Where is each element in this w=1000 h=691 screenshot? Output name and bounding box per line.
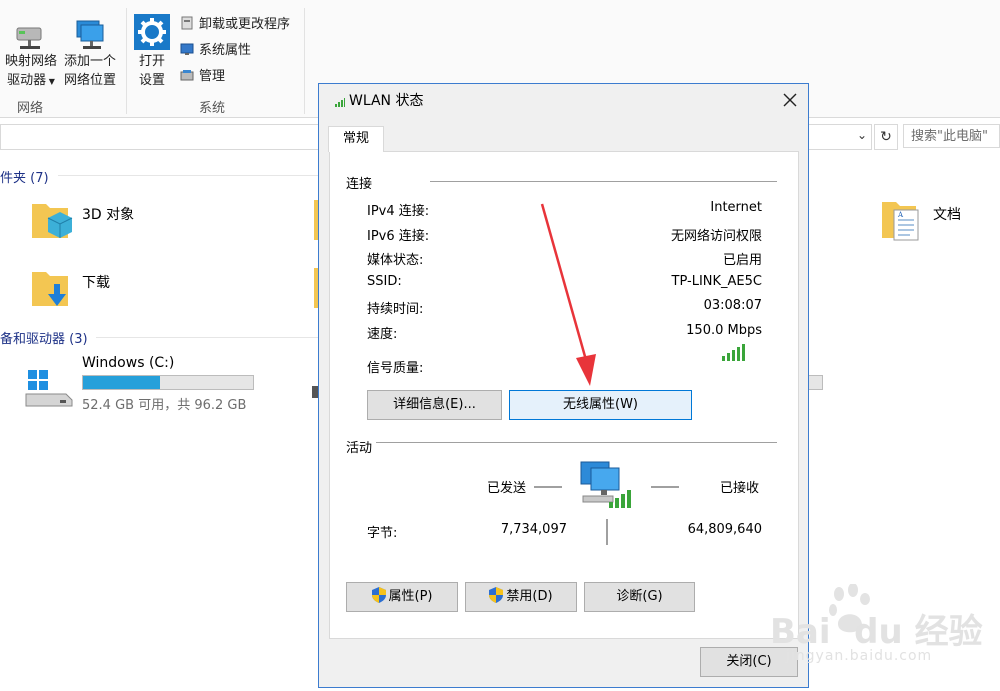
details-button[interactable]: 详细信息(E)...: [367, 390, 502, 420]
manage-icon: [180, 70, 194, 81]
diagnose-button[interactable]: 诊断(G): [584, 582, 695, 612]
3d-objects-folder-icon: [32, 204, 73, 238]
uac-shield-icon: [489, 587, 504, 603]
watermark-url: jingyan.baidu.com: [786, 648, 933, 664]
detail-label: 持续时间:: [367, 302, 424, 318]
annotation-arrow: [540, 203, 596, 386]
drives-section-header[interactable]: 备和驱动器 (3): [0, 328, 88, 347]
search-input[interactable]: 搜索"此电脑": [903, 124, 1000, 148]
watermark-brand: Bai du 经验: [770, 612, 983, 652]
network-computers-icon: [580, 461, 631, 508]
wifi-signal-icon: [335, 98, 345, 107]
address-dropdown-icon[interactable]: ⌄: [857, 128, 867, 142]
map-drive-label-1: 映射网络: [4, 54, 57, 69]
bytes-divider: [606, 519, 608, 545]
wireless-properties-button[interactable]: 无线属性(W): [509, 390, 692, 420]
properties-label: 属性(P): [388, 589, 433, 604]
folder-documents-label: 文档: [933, 207, 961, 223]
folder-downloads-label: 下载: [82, 275, 110, 291]
dropdown-arrow-icon: ▼: [46, 77, 55, 86]
drive-c[interactable]: Windows (C:) 52.4 GB 可用，共 96.2 GB: [22, 352, 262, 413]
bytes-label: 字节:: [367, 526, 398, 541]
folder-documents[interactable]: A 文档: [880, 196, 990, 246]
received-label: 已接收: [720, 481, 760, 496]
drive-c-usage-fill: [83, 376, 161, 389]
uninstall-program-button[interactable]: 卸载或更改程序: [180, 16, 290, 34]
folder-3d-label: 3D 对象: [82, 207, 135, 223]
tab-general[interactable]: 常规: [328, 126, 384, 152]
folders-section-header[interactable]: 件夹 (7): [0, 167, 49, 186]
detail-label: SSID:: [367, 273, 402, 289]
ribbon-divider: [126, 8, 127, 114]
bytes-received-value: 64,809,640: [687, 522, 762, 537]
disable-button[interactable]: 禁用(D): [465, 582, 577, 612]
drives-header-divider: [96, 337, 318, 338]
detail-label: 媒体状态:: [367, 253, 424, 269]
system-group-label: 系统: [199, 101, 226, 116]
sent-label: 已发送: [487, 481, 527, 496]
system-properties-icon: [180, 43, 194, 55]
detail-label: 速度:: [367, 327, 398, 342]
refresh-button[interactable]: ↻: [874, 124, 898, 150]
activity-divider: [376, 442, 777, 443]
properties-button[interactable]: 属性(P): [346, 582, 458, 612]
open-settings-button[interactable]: 打开 设置: [132, 14, 172, 92]
documents-folder-icon: A: [882, 202, 919, 241]
svg-text:A: A: [897, 211, 904, 219]
folders-header-divider: [58, 175, 318, 176]
connection-group-label: 连接: [346, 177, 373, 192]
received-line: [651, 486, 679, 488]
sent-line: [534, 486, 562, 488]
signal-strength-icon: [722, 344, 745, 361]
folder-3d-objects[interactable]: 3D 对象: [28, 196, 248, 246]
bytes-sent-value: 7,734,097: [500, 522, 567, 537]
activity-group-label: 活动: [346, 441, 373, 456]
drive-c-name: Windows (C:): [82, 355, 175, 371]
add-network-location-button[interactable]: 添加一个 网络位置: [60, 18, 120, 90]
gear-icon: [134, 14, 170, 50]
drive-usage-bar: [809, 375, 823, 390]
system-properties-button[interactable]: 系统属性: [180, 42, 251, 60]
detail-label: IPv6 连接:: [367, 228, 430, 244]
open-settings-label-1: 打开: [138, 54, 165, 69]
map-network-drive-button[interactable]: 映射网络 驱动器 ▼: [2, 18, 60, 90]
system-properties-label: 系统属性: [199, 43, 252, 58]
open-settings-label-2: 设置: [138, 73, 165, 88]
ribbon-divider: [304, 8, 305, 114]
manage-button[interactable]: 管理: [180, 68, 225, 86]
close-icon[interactable]: [783, 93, 797, 107]
downloads-folder-icon: [32, 272, 68, 306]
signal-quality-label: 信号质量:: [367, 361, 424, 376]
connection-divider: [430, 181, 777, 182]
uninstall-label: 卸载或更改程序: [199, 17, 291, 32]
uac-shield-icon: [371, 587, 386, 603]
detail-label: IPv4 连接:: [367, 204, 430, 219]
disable-label: 禁用(D): [506, 589, 553, 604]
network-drive-icon: [16, 27, 42, 49]
network-location-icon: [76, 20, 104, 49]
windows-drive-icon: [25, 370, 73, 407]
manage-label: 管理: [199, 69, 226, 84]
folder-downloads[interactable]: 下载: [28, 264, 248, 314]
add-location-label-2: 网络位置: [63, 73, 116, 88]
map-drive-label-2: 驱动器: [7, 73, 47, 88]
dialog-title: WLAN 状态: [349, 93, 424, 109]
drive-c-space: 52.4 GB 可用，共 96.2 GB: [82, 398, 247, 413]
network-group-label: 网络: [17, 101, 44, 116]
uninstall-icon: [181, 16, 193, 30]
drive-c-usage-bar: [82, 375, 254, 390]
add-location-label-1: 添加一个: [63, 54, 116, 69]
